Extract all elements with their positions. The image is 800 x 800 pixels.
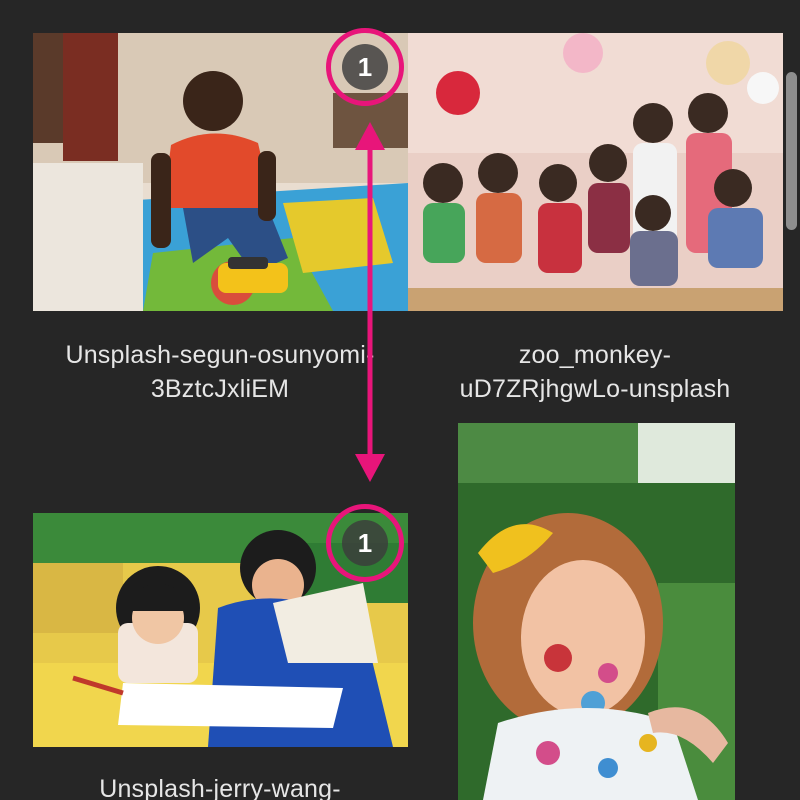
highlight-circle-2: [326, 504, 404, 582]
thumbnail-2-caption: zoo_monkey- uD7ZRjhgwLo-unsplash: [459, 341, 731, 403]
gallery-thumbnail-4[interactable]: [458, 423, 735, 800]
highlight-circle-1: [326, 28, 404, 106]
photo-children-group: [408, 33, 783, 311]
photo-girl-face-paint: [458, 423, 735, 800]
gallery-thumbnail-2[interactable]: [408, 33, 783, 311]
image-gallery: Unsplash-segun-osunyomi- 3BztcJxliEM zoo…: [0, 0, 800, 800]
double-headed-arrow-annotation: [355, 122, 385, 482]
thumbnail-3-caption: Unsplash-jerry-wang-: [99, 775, 341, 800]
scrollbar-thumb[interactable]: [786, 72, 797, 230]
